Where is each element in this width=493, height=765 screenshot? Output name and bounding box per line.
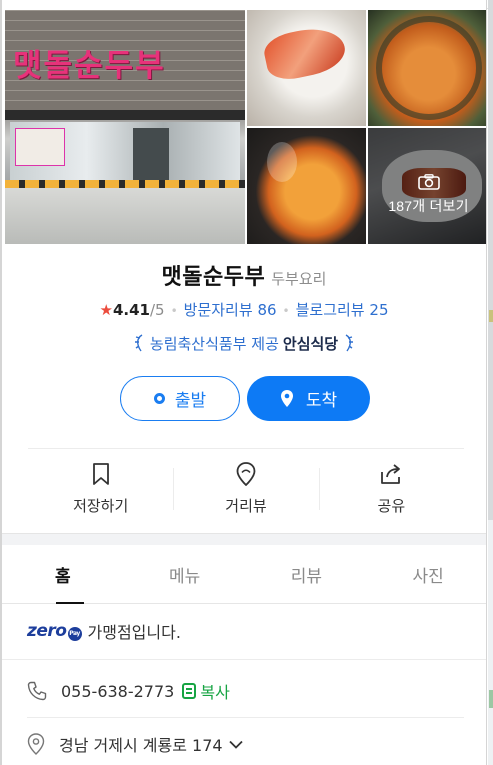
zero-pay-text: 가맹점입니다. — [87, 623, 181, 642]
tab-bar: 홈 메뉴 리뷰 사진 — [2, 546, 486, 604]
start-button[interactable]: 출발 — [120, 376, 240, 421]
kimchi-photo[interactable] — [247, 10, 366, 126]
tab-home[interactable]: 홈 — [2, 546, 124, 604]
laurel-left-icon — [135, 334, 143, 352]
more-photos-label: 187개 더보기 — [388, 198, 469, 214]
laurel-right-icon — [345, 334, 353, 352]
copy-button[interactable]: 복사 — [200, 679, 229, 703]
share-action[interactable]: 공유 — [318, 460, 464, 520]
copy-icon[interactable] — [182, 683, 197, 699]
street-view-action[interactable]: 거리뷰 — [173, 460, 318, 520]
save-action[interactable]: 저장하기 — [28, 460, 173, 520]
action-bar: 저장하기 거리뷰 공유 — [28, 460, 464, 520]
phone-row: 055-638-2773 복사 — [2, 678, 486, 704]
chevron-down-icon — [228, 740, 243, 749]
storefront-sign-text: 맷돌순두부 — [13, 48, 166, 84]
street-view-pin-icon — [236, 462, 256, 486]
camera-icon — [417, 174, 440, 190]
share-icon — [381, 464, 401, 484]
scrollbar[interactable] — [488, 0, 493, 520]
address-text: 경남 거제시 계룡로 174 — [59, 736, 223, 755]
start-button-label: 출발 — [174, 391, 207, 411]
map-edge — [488, 0, 493, 765]
place-category: 두부요리 — [271, 270, 327, 288]
phone-number[interactable]: 055-638-2773 — [61, 682, 174, 701]
tab-photos[interactable]: 사진 — [367, 546, 486, 603]
photo-grid: 맷돌순두부 187개 더보기 — [5, 10, 486, 244]
star-icon: ★ — [99, 301, 113, 319]
address-row[interactable]: 경남 거제시 계룡로 174 — [2, 731, 486, 757]
rating-row: ★4.41/5 • 방문자리뷰 86 • 블로그리뷰 25 — [99, 301, 389, 319]
place-name: 맷돌순두부 — [161, 265, 266, 290]
visitor-reviews-link[interactable]: 방문자리뷰 86 — [184, 301, 277, 319]
storefront-photo[interactable]: 맷돌순두부 — [5, 10, 245, 244]
section-gap — [2, 533, 486, 545]
tab-reviews[interactable]: 리뷰 — [246, 546, 368, 603]
title-row: 맷돌순두부 두부요리 — [2, 259, 486, 291]
origin-dot-icon — [153, 393, 165, 404]
stew-pot-photo[interactable] — [368, 10, 486, 126]
divider — [2, 659, 486, 660]
share-action-label: 공유 — [377, 497, 406, 515]
more-photos-button[interactable]: 187개 더보기 — [368, 128, 486, 244]
bookmark-icon — [92, 463, 109, 485]
certification-text: 농림축산식품부 제공 — [149, 335, 279, 353]
safe-restaurant-certification[interactable]: 농림축산식품부 제공 안심식당 — [2, 333, 486, 354]
certification-brand: 안심식당 — [282, 335, 339, 353]
rating-max: /5 — [149, 301, 165, 319]
street-view-action-label: 거리뷰 — [225, 497, 267, 515]
phone-icon — [27, 681, 47, 701]
location-pin-icon — [280, 390, 293, 407]
arrive-button[interactable]: 도착 — [247, 376, 370, 421]
save-action-label: 저장하기 — [73, 497, 129, 515]
blog-reviews-link[interactable]: 블로그리뷰 25 — [296, 301, 389, 319]
divider — [27, 717, 464, 718]
rating-score: 4.41 — [112, 301, 150, 319]
place-detail-panel: 맷돌순두부 187개 더보기 맷돌순두부 두부요리 ★4.41/5 • 방문자리… — [0, 0, 487, 765]
arrive-button-label: 도착 — [305, 391, 338, 411]
zero-pay-row: zero Pay 가맹점입니다. — [2, 618, 486, 644]
divider — [28, 448, 464, 449]
sundubu-photo[interactable] — [247, 128, 366, 244]
zero-pay-logo: zero Pay — [27, 621, 82, 641]
tab-menu[interactable]: 메뉴 — [124, 546, 246, 603]
location-pin-outline-icon — [27, 733, 45, 755]
